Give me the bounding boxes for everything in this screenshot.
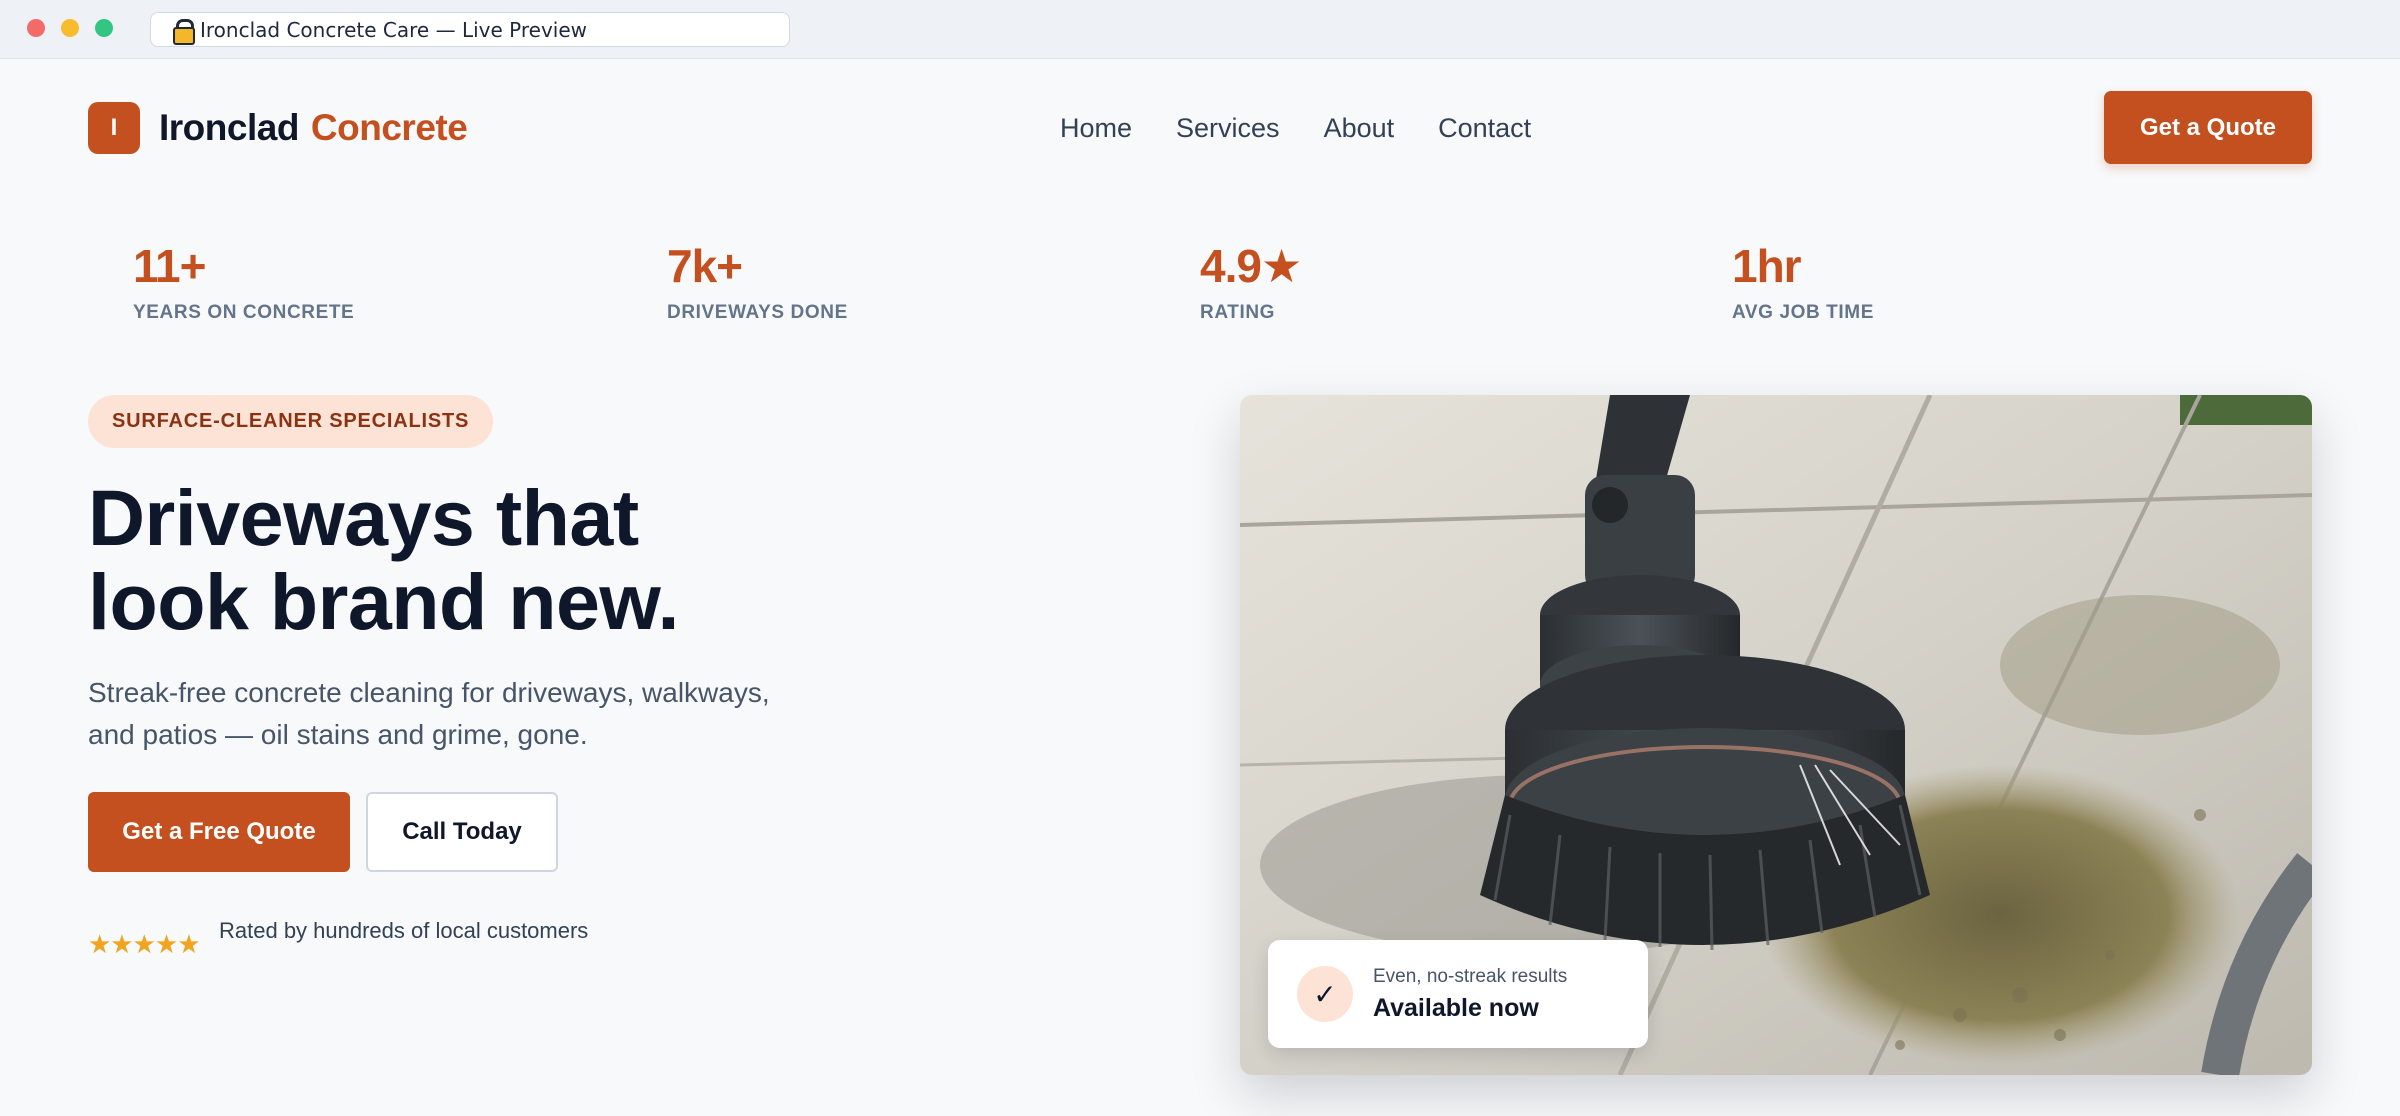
nav-home[interactable]: Home: [1060, 113, 1132, 144]
address-bar[interactable]: Ironclad Concrete Care — Live Preview: [150, 12, 790, 47]
stat-job-time: 1hr AVG JOB TIME: [1732, 238, 1874, 324]
badge-text: Even, no-streak results Available now: [1373, 966, 1567, 1023]
stat-years: 11+ YEARS ON CONCRETE: [133, 238, 354, 324]
main-nav: Home Services About Contact: [1060, 113, 1531, 144]
logo-mark-icon: I: [88, 102, 140, 154]
results-badge: ✓ Even, no-streak results Available now: [1268, 940, 1648, 1048]
window-close-button[interactable]: [27, 19, 45, 37]
hero-headline: Driveways that look brand new.: [88, 476, 679, 644]
check-icon: ✓: [1297, 966, 1353, 1022]
headline-line-2: look brand new.: [88, 557, 679, 646]
page-title-tab: Ironclad Concrete Care — Live Preview: [200, 17, 587, 42]
lock-icon: [173, 18, 195, 45]
badge-caption: Even, no-streak results: [1373, 965, 1568, 987]
call-today-button[interactable]: Call Today: [366, 792, 558, 872]
window-maximize-button[interactable]: [95, 19, 113, 37]
subtitle-line-2: and patios — oil stains and grime, gone.: [88, 719, 588, 750]
stat-label: AVG JOB TIME: [1732, 302, 1874, 323]
get-a-quote-button[interactable]: Get a Quote: [2104, 91, 2312, 164]
badge-title: Available now: [1373, 993, 1539, 1022]
window-minimize-button[interactable]: [61, 19, 79, 37]
site-logo[interactable]: I Ironclad Concrete: [88, 102, 468, 154]
headline-line-1: Driveways that: [88, 473, 639, 562]
subtitle-line-1: Streak-free concrete cleaning for drivew…: [88, 677, 770, 708]
stat-rating: 4.9★ RATING: [1200, 238, 1302, 324]
nav-services[interactable]: Services: [1176, 113, 1280, 144]
hero-subtitle: Streak-free concrete cleaning for drivew…: [88, 672, 808, 756]
rating-caption: Rated by hundreds of local customers: [219, 918, 589, 943]
rating-stars-icon: ★★★★★: [88, 930, 201, 960]
stat-value: 4.9★: [1200, 240, 1302, 292]
nav-contact[interactable]: Contact: [1438, 113, 1531, 144]
specialists-badge: SURFACE-CLEANER SPECIALISTS: [88, 395, 494, 448]
stat-label: RATING: [1200, 302, 1276, 323]
stat-label: YEARS ON CONCRETE: [133, 302, 355, 323]
stat-driveways: 7k+ DRIVEWAYS DONE: [667, 238, 848, 324]
browser-chrome: Ironclad Concrete Care — Live Preview: [0, 0, 2400, 59]
logo-word-ironclad: Ironclad: [159, 107, 299, 148]
nav-about[interactable]: About: [1324, 113, 1395, 144]
stat-value: 1hr: [1732, 240, 1802, 292]
logo-word-concrete: Concrete: [310, 107, 468, 148]
get-free-quote-button[interactable]: Get a Free Quote: [88, 792, 350, 872]
stat-label: DRIVEWAYS DONE: [667, 302, 848, 323]
stat-value: 7k+: [667, 240, 743, 292]
stat-value: 11+: [133, 240, 207, 292]
